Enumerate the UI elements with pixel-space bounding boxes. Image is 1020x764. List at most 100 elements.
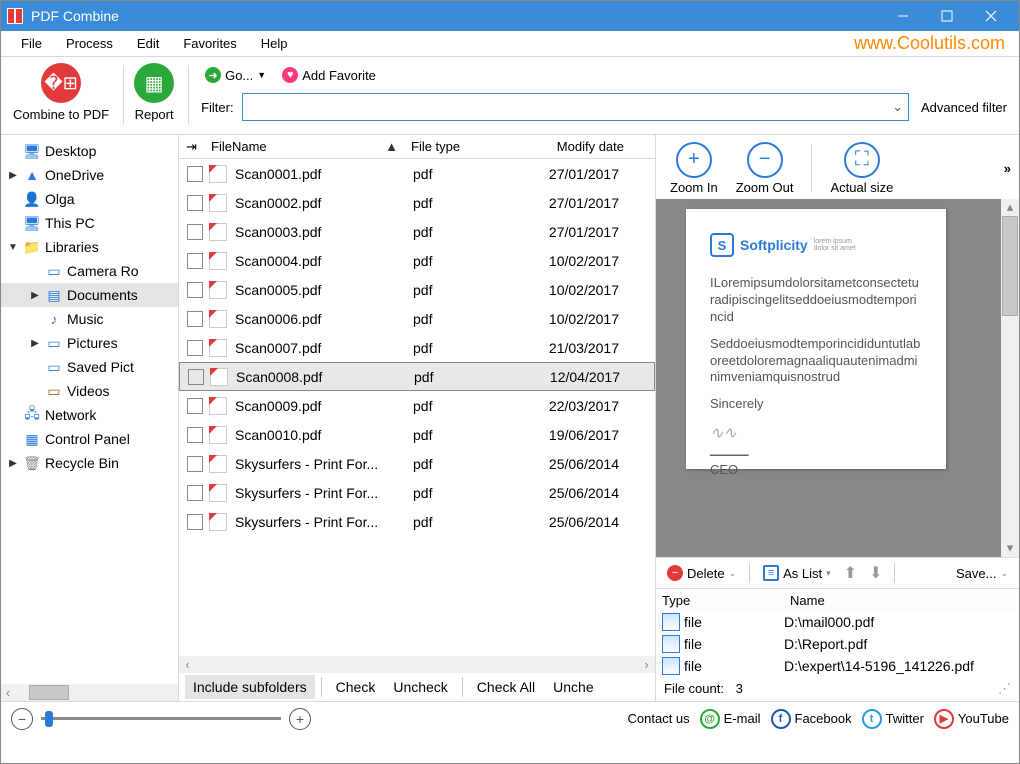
file-row[interactable]: Scan0003.pdfpdf27/01/2017 <box>179 217 655 246</box>
tree-item-this-pc[interactable]: 🖥This PC <box>1 211 178 235</box>
filetype-column[interactable]: File type <box>405 137 501 156</box>
minimize-button[interactable] <box>881 1 925 31</box>
uncheck-button[interactable]: Uncheck <box>385 675 455 699</box>
zoom-plus-button[interactable]: + <box>289 708 311 730</box>
checkbox[interactable] <box>187 195 203 211</box>
tree-item-control-panel[interactable]: ▦Control Panel <box>1 427 178 451</box>
file-row[interactable]: Scan0004.pdfpdf10/02/2017 <box>179 246 655 275</box>
actual-size-button[interactable]: ⛶Actual size <box>824 140 899 197</box>
checkbox[interactable] <box>187 166 203 182</box>
file-row[interactable]: Scan0010.pdfpdf19/06/2017 <box>179 420 655 449</box>
email-link[interactable]: @E-mail <box>700 709 761 729</box>
tree-item-onedrive[interactable]: ▶▲OneDrive <box>1 163 178 187</box>
menu-favorites[interactable]: Favorites <box>171 33 248 54</box>
file-row[interactable]: Skysurfers - Print For...pdf25/06/2014 <box>179 507 655 536</box>
type-column[interactable]: Type <box>656 593 784 608</box>
file-row[interactable]: Scan0006.pdfpdf10/02/2017 <box>179 304 655 333</box>
pin-column[interactable]: ⇥ <box>179 137 205 157</box>
brand-link[interactable]: www.Coolutils.com <box>854 33 1011 54</box>
check-button[interactable]: Check <box>328 675 384 699</box>
combine-to-pdf-button[interactable]: �⊞ Combine to PDF <box>9 61 113 124</box>
facebook-link[interactable]: fFacebook <box>771 709 852 729</box>
file-row[interactable]: Skysurfers - Print For...pdf25/06/2014 <box>179 449 655 478</box>
report-button[interactable]: ▦ Report <box>130 61 178 124</box>
tree-item-recycle-bin[interactable]: ▶🗑Recycle Bin <box>1 451 178 475</box>
added-row[interactable]: fileD:\mail000.pdf <box>656 611 1019 633</box>
save-button[interactable]: Save... ⌄ <box>951 563 1013 584</box>
twitter-link[interactable]: tTwitter <box>862 709 924 729</box>
added-files-toolbar: −Delete ⌄ ≡As List▾ ⬆ ⬇ Save... ⌄ <box>656 557 1019 588</box>
expand-icon[interactable]: ▶ <box>7 170 19 181</box>
resize-grip[interactable]: ⋰ <box>998 681 1011 697</box>
zoom-track[interactable] <box>41 717 281 720</box>
close-button[interactable] <box>969 1 1013 31</box>
maximize-button[interactable] <box>925 1 969 31</box>
zoom-in-button[interactable]: +Zoom In <box>664 140 724 197</box>
tree-item-libraries[interactable]: ▼📁Libraries <box>1 235 178 259</box>
expand-icon[interactable]: ▶ <box>29 290 41 301</box>
tree-item-desktop[interactable]: 🖥Desktop <box>1 139 178 163</box>
added-row[interactable]: fileD:\Report.pdf <box>656 633 1019 655</box>
folder-icon: ▭ <box>45 262 63 280</box>
expand-icon[interactable]: ▶ <box>29 338 41 349</box>
checkbox[interactable] <box>187 514 203 530</box>
move-up-button[interactable]: ⬆ <box>840 563 861 583</box>
preview-vscroll[interactable]: ▴▾ <box>1001 199 1019 557</box>
tree-item-olga[interactable]: 👤Olga <box>1 187 178 211</box>
filename-column[interactable]: FileName▲ <box>205 137 405 156</box>
file-row[interactable]: Skysurfers - Print For...pdf25/06/2014 <box>179 478 655 507</box>
document-preview[interactable]: SSoftplicitylorem ipsumdolor sit amet IL… <box>656 199 1001 557</box>
as-list-button[interactable]: ≡As List▾ <box>758 562 836 584</box>
modify-column[interactable]: Modify date <box>501 137 631 156</box>
tree-item-videos[interactable]: ▭Videos <box>1 379 178 403</box>
file-row[interactable]: Scan0008.pdfpdf12/04/2017 <box>179 362 655 391</box>
filter-input[interactable] <box>242 93 909 121</box>
add-favorite-button[interactable]: ♥ Add Favorite <box>278 65 380 85</box>
move-down-button[interactable]: ⬇ <box>865 563 886 583</box>
tree-item-documents[interactable]: ▶▤Documents <box>1 283 178 307</box>
checkbox[interactable] <box>187 224 203 240</box>
uncheck-all-button[interactable]: Unche <box>545 675 601 699</box>
checkbox[interactable] <box>187 311 203 327</box>
file-row[interactable]: Scan0002.pdfpdf27/01/2017 <box>179 188 655 217</box>
file-row[interactable]: Scan0007.pdfpdf21/03/2017 <box>179 333 655 362</box>
check-all-button[interactable]: Check All <box>469 675 543 699</box>
added-row[interactable]: fileD:\expert\14-5196_141226.pdf <box>656 655 1019 677</box>
include-subfolders-toggle[interactable]: Include subfolders <box>185 675 315 699</box>
checkbox[interactable] <box>187 282 203 298</box>
zoom-minus-button[interactable]: − <box>11 708 33 730</box>
filelist-hscroll[interactable]: ‹› <box>179 656 655 673</box>
goto-button[interactable]: ➜ Go...▼ <box>201 65 270 85</box>
tree-item-pictures[interactable]: ▶▭Pictures <box>1 331 178 355</box>
tree-item-music[interactable]: ♪Music <box>1 307 178 331</box>
expand-icon[interactable]: ▼ <box>7 242 19 253</box>
tree-item-network[interactable]: 🖧Network <box>1 403 178 427</box>
checkbox[interactable] <box>187 427 203 443</box>
menu-edit[interactable]: Edit <box>125 33 171 54</box>
zoom-thumb[interactable] <box>45 711 53 727</box>
zoom-out-button[interactable]: −Zoom Out <box>730 140 800 197</box>
checkbox[interactable] <box>187 485 203 501</box>
sidebar-hscroll[interactable]: ‹ <box>1 684 178 701</box>
checkbox[interactable] <box>187 340 203 356</box>
expand-icon[interactable]: ▶ <box>7 458 19 469</box>
menu-help[interactable]: Help <box>249 33 300 54</box>
checkbox[interactable] <box>187 398 203 414</box>
overflow-button[interactable]: » <box>1004 161 1011 176</box>
file-row[interactable]: Scan0009.pdfpdf22/03/2017 <box>179 391 655 420</box>
file-row[interactable]: Scan0001.pdfpdf27/01/2017 <box>179 159 655 188</box>
checkbox[interactable] <box>188 369 204 385</box>
checkbox[interactable] <box>187 253 203 269</box>
file-list[interactable]: Scan0001.pdfpdf27/01/2017Scan0002.pdfpdf… <box>179 159 655 656</box>
delete-button[interactable]: −Delete ⌄ <box>662 562 741 584</box>
name-column[interactable]: Name <box>784 593 1019 608</box>
file-row[interactable]: Scan0005.pdfpdf10/02/2017 <box>179 275 655 304</box>
title-bar: PDF Combine <box>1 1 1019 31</box>
youtube-link[interactable]: ▶YouTube <box>934 709 1009 729</box>
tree-item-saved-pict[interactable]: ▭Saved Pict <box>1 355 178 379</box>
menu-file[interactable]: File <box>9 33 54 54</box>
tree-item-camera-ro[interactable]: ▭Camera Ro <box>1 259 178 283</box>
advanced-filter-link[interactable]: Advanced filter <box>917 100 1011 115</box>
checkbox[interactable] <box>187 456 203 472</box>
menu-process[interactable]: Process <box>54 33 125 54</box>
